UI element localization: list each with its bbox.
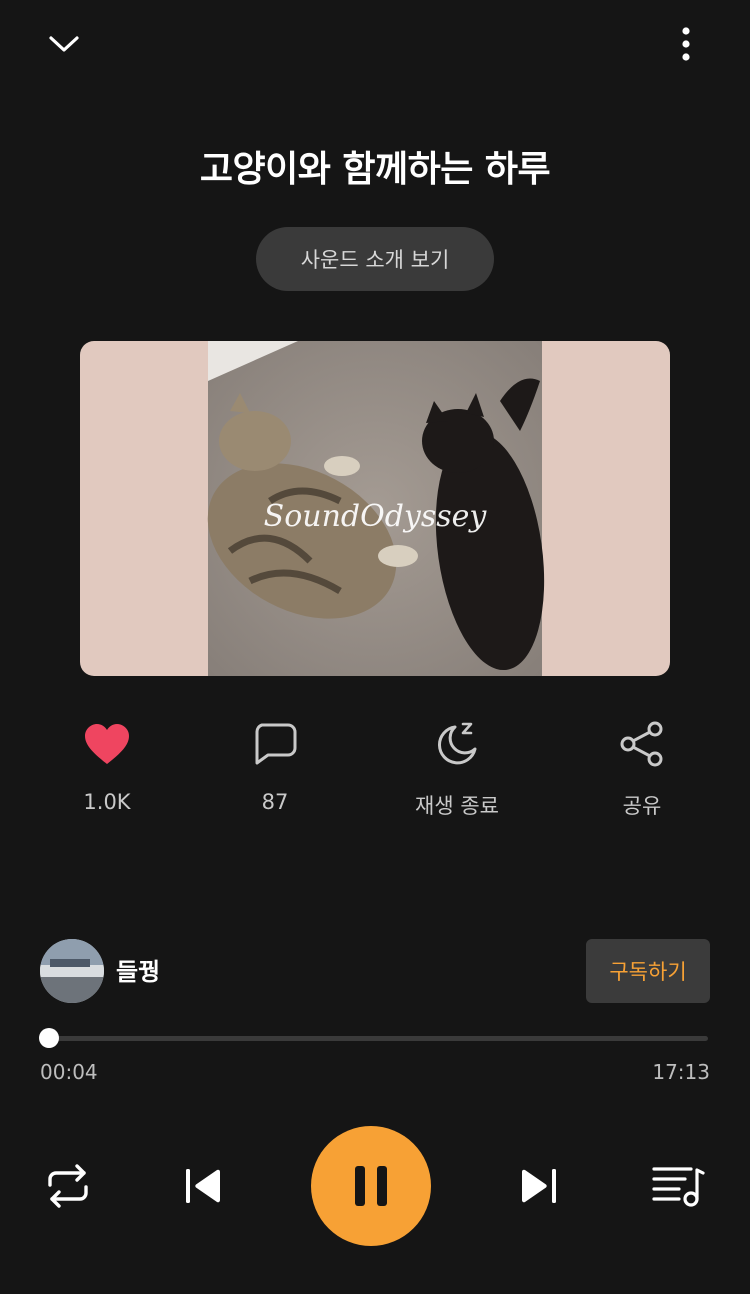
sound-intro-button[interactable]: 사운드 소개 보기: [256, 227, 494, 291]
heart-icon: [79, 716, 135, 772]
share-label: 공유: [622, 794, 662, 818]
cover-art: SoundOdyssey: [80, 341, 670, 676]
comment-button[interactable]: 87: [210, 716, 340, 814]
more-options-button[interactable]: [660, 18, 712, 70]
repeat-icon: [48, 1164, 88, 1208]
track-title: 고양이와 함께하는 하루: [199, 149, 551, 190]
sleep-timer-label: 재생 종료: [415, 794, 499, 818]
progress-bar[interactable]: [38, 1028, 708, 1048]
current-time: 00:04: [40, 1060, 98, 1084]
creator-name[interactable]: 들꿩: [116, 952, 160, 987]
playlist-button[interactable]: [646, 1156, 710, 1216]
comment-count: 87: [261, 790, 289, 814]
avatar[interactable]: [40, 939, 104, 1003]
comment-icon: [247, 716, 303, 772]
pause-button[interactable]: [311, 1126, 431, 1246]
more-vertical-icon: [682, 27, 690, 61]
pause-icon: [355, 1166, 387, 1206]
subscribe-button[interactable]: 구독하기: [586, 939, 710, 1003]
repeat-button[interactable]: [38, 1156, 98, 1216]
sleep-timer-button[interactable]: 재생 종료: [392, 716, 522, 820]
playlist-icon: [652, 1167, 705, 1207]
like-count: 1.0K: [83, 790, 131, 814]
like-button[interactable]: 1.0K: [42, 716, 172, 814]
total-time: 17:13: [652, 1060, 710, 1084]
share-icon: [614, 716, 670, 772]
skip-previous-icon: [186, 1169, 221, 1203]
skip-next-icon: [521, 1169, 556, 1203]
moon-sleep-icon: [429, 716, 485, 772]
chevron-down-icon: [49, 36, 79, 52]
cover-watermark: SoundOdyssey: [264, 499, 488, 534]
previous-button[interactable]: [174, 1156, 234, 1216]
share-button[interactable]: 공유: [577, 716, 707, 820]
collapse-button[interactable]: [38, 18, 90, 70]
progress-handle[interactable]: [38, 1028, 59, 1048]
next-button[interactable]: [508, 1156, 568, 1216]
